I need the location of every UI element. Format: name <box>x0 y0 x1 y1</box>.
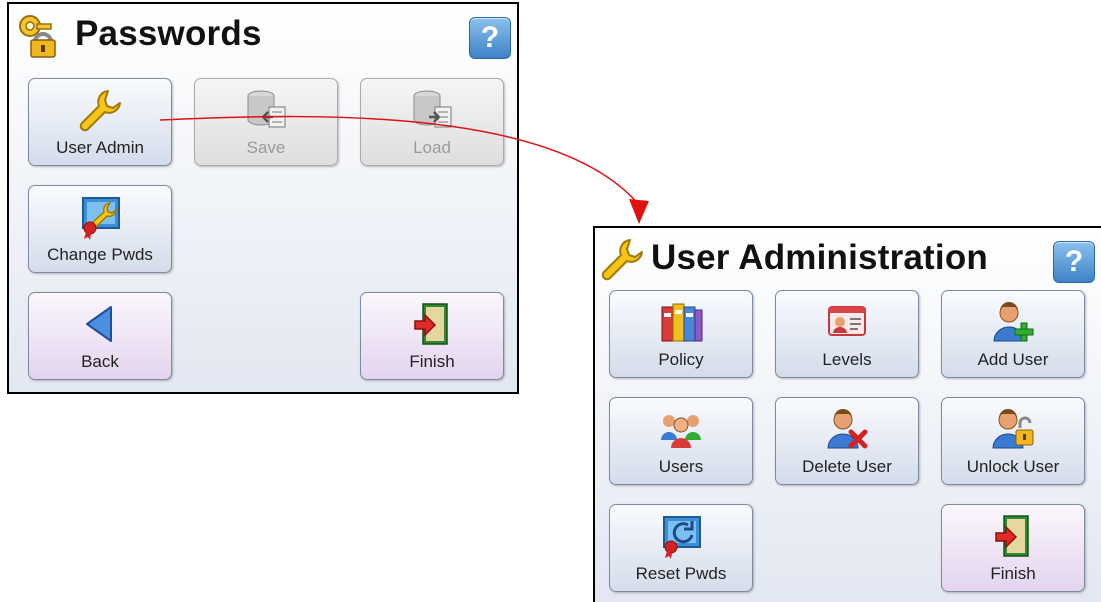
connector-arrow-line <box>159 115 641 207</box>
connector-arrow <box>159 115 649 224</box>
connector-arrow-head <box>629 199 649 224</box>
